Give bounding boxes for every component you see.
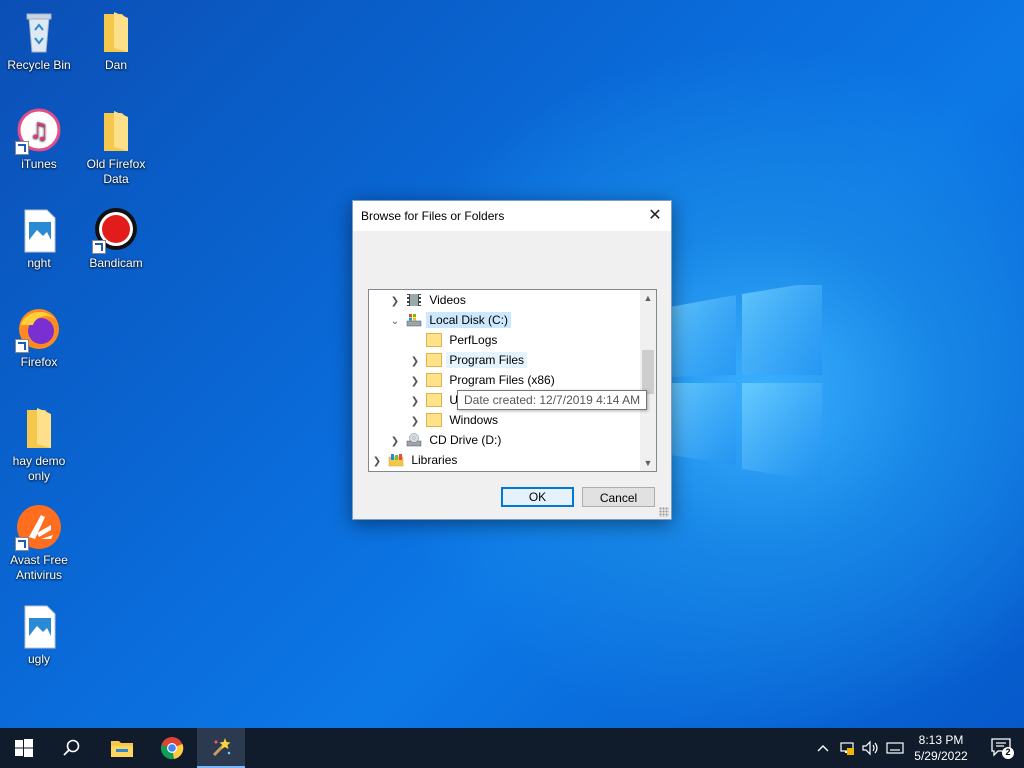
desktop-icon-avast[interactable]: Avast Free Antivirus	[1, 503, 77, 583]
tree-item-perflogs[interactable]: PerfLogs	[407, 330, 500, 350]
cd-drive-icon	[406, 433, 422, 447]
shortcut-arrow-icon	[15, 537, 29, 551]
browse-dialog: Browse for Files or Folders ✕ ❯ Videos ⌄…	[352, 200, 672, 520]
scroll-down-icon[interactable]: ▼	[640, 455, 656, 471]
tree-item-label: Program Files	[446, 352, 528, 368]
folder-icon	[92, 107, 140, 155]
desktop-icon-label: Avast Free Antivirus	[10, 553, 68, 582]
chevron-up-icon[interactable]	[812, 728, 834, 768]
shortcut-arrow-icon	[15, 339, 29, 353]
tree-item-label: Program Files (x86)	[449, 373, 555, 387]
folder-icon	[426, 352, 443, 367]
scrollbar-thumb[interactable]	[642, 350, 654, 394]
close-icon[interactable]: ✕	[639, 201, 671, 231]
videos-icon	[406, 293, 422, 307]
itunes-icon: ♫	[15, 107, 63, 155]
folder-icon	[15, 404, 63, 452]
tree-item-label: Libraries	[411, 453, 458, 467]
firefox-icon	[15, 305, 63, 353]
bandicam-icon	[92, 206, 140, 254]
ok-button[interactable]: OK	[501, 487, 574, 507]
desktop-icon-old-firefox-data[interactable]: Old Firefox Data	[78, 107, 154, 187]
tree-item-libraries[interactable]: ❯ Libraries	[369, 450, 460, 470]
volume-icon[interactable]	[860, 728, 882, 768]
desktop-icon-label: nght	[27, 256, 51, 270]
desktop-icon-bandicam[interactable]: Bandicam	[78, 206, 154, 271]
notification-center-icon[interactable]: 2	[990, 736, 1014, 760]
image-file-icon	[15, 602, 63, 650]
desktop-icon-label: iTunes	[21, 157, 57, 171]
image-file-icon	[15, 206, 63, 254]
dialog-title: Browse for Files or Folders	[361, 209, 505, 223]
desktop-icon-label: Old Firefox Data	[86, 157, 146, 186]
desktop-icon-label: Bandicam	[89, 256, 143, 270]
folder-tree[interactable]: ❯ Videos ⌄ Local Disk (C:) PerfLogs ❯ Pr…	[368, 289, 657, 472]
system-clock[interactable]: 8:13 PM 5/29/2022	[906, 732, 976, 764]
file-explorer-icon[interactable]	[98, 728, 146, 768]
folder-icon	[92, 8, 140, 56]
local-disk-icon	[406, 313, 422, 327]
libraries-icon	[388, 453, 404, 467]
folder-icon	[426, 372, 443, 387]
desktop-icon-label: hay demo only	[12, 454, 66, 483]
desktop-icon-hay-demo-only[interactable]: hay demo only	[1, 404, 77, 484]
shortcut-arrow-icon	[15, 141, 29, 155]
desktop-icon-label: Recycle Bin	[7, 58, 71, 72]
network-icon[interactable]	[836, 728, 858, 768]
tree-item-cd-drive[interactable]: ❯ CD Drive (D:)	[387, 430, 504, 450]
desktop-icon-recycle-bin[interactable]: Recycle Bin	[1, 8, 77, 73]
tree-item-program-files-x86[interactable]: ❯ Program Files (x86)	[407, 370, 558, 390]
desktop-icon-firefox[interactable]: Firefox	[1, 305, 77, 370]
clock-date: 5/29/2022	[914, 749, 968, 763]
svg-text:♫: ♫	[29, 119, 49, 144]
chevron-right-icon[interactable]: ❯	[387, 292, 403, 312]
resize-grip-icon[interactable]	[659, 507, 669, 517]
clock-time: 8:13 PM	[918, 733, 964, 747]
desktop-icon-ugly[interactable]: ugly	[1, 602, 77, 667]
tree-item-windows[interactable]: ❯ Windows	[407, 410, 501, 430]
windows-start-icon[interactable]	[0, 728, 48, 768]
wand-app-icon[interactable]	[197, 728, 245, 768]
notification-count: 2	[1005, 747, 1011, 757]
chevron-right-icon[interactable]: ❯	[387, 432, 403, 452]
folder-icon	[426, 392, 443, 407]
tree-item-program-files[interactable]: ❯ Program Files	[407, 350, 528, 372]
folder-icon	[426, 332, 443, 347]
avast-icon	[15, 503, 63, 551]
shortcut-arrow-icon	[92, 240, 106, 254]
chevron-right-icon[interactable]: ❯	[407, 372, 423, 392]
windows-wallpaper-logo	[670, 285, 822, 481]
tree-item-local-disk[interactable]: ⌄ Local Disk (C:)	[387, 310, 512, 332]
chevron-down-icon[interactable]: ⌄	[387, 312, 403, 332]
scroll-up-icon[interactable]: ▲	[640, 290, 656, 306]
tree-item-label: PerfLogs	[449, 333, 498, 347]
taskbar: 8:13 PM 5/29/2022 2	[0, 728, 1024, 768]
desktop-icon-nght[interactable]: nght	[1, 206, 77, 271]
chevron-right-icon[interactable]: ❯	[407, 352, 423, 372]
chevron-right-icon[interactable]: ❯	[407, 392, 423, 412]
cancel-button[interactable]: Cancel	[582, 487, 655, 507]
folder-icon	[426, 412, 443, 427]
tree-item-label: Local Disk (C:)	[426, 312, 512, 328]
desktop-icon-label: ugly	[27, 652, 50, 666]
desktop-icon-label: Dan	[104, 58, 127, 72]
recycle-bin-icon	[15, 8, 63, 56]
desktop-icon-dan[interactable]: Dan	[78, 8, 154, 73]
chevron-right-icon[interactable]: ❯	[369, 452, 385, 471]
tree-item-label: Videos	[429, 293, 466, 307]
chrome-icon[interactable]	[148, 728, 196, 768]
tree-item-videos[interactable]: ❯ Videos	[387, 290, 469, 310]
dialog-title-bar[interactable]: Browse for Files or Folders ✕	[353, 201, 671, 231]
tree-scrollbar[interactable]: ▲ ▼	[640, 290, 656, 471]
tree-item-label: Windows	[449, 413, 499, 427]
desktop-icon-label: Firefox	[20, 355, 58, 369]
keyboard-icon[interactable]	[884, 728, 906, 768]
desktop-icon-itunes[interactable]: ♫ iTunes	[1, 107, 77, 172]
tree-item-label: CD Drive (D:)	[429, 433, 502, 447]
search-icon[interactable]	[48, 728, 96, 768]
tooltip-date-created: Date created: 12/7/2019 4:14 AM	[457, 390, 648, 410]
chevron-right-icon[interactable]: ❯	[407, 412, 423, 432]
